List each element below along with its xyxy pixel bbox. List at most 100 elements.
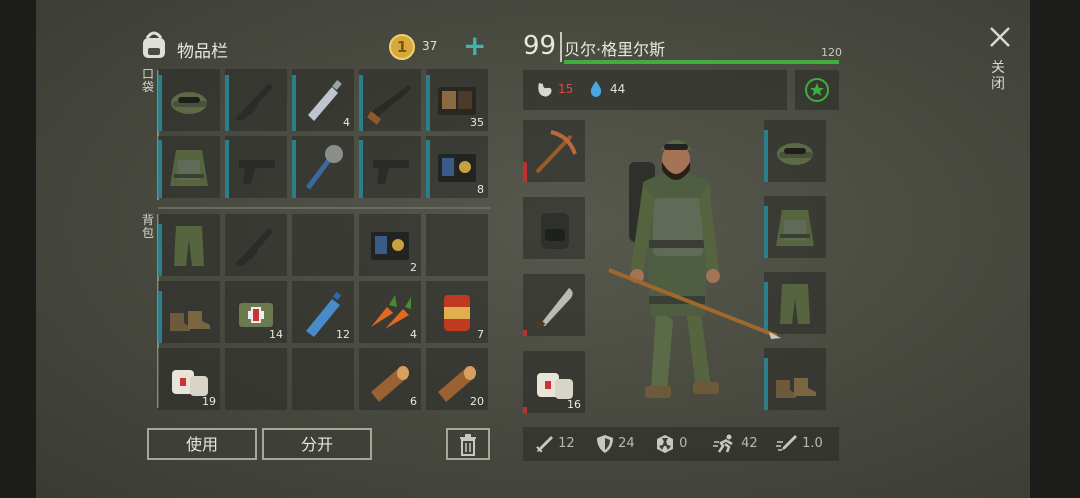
speed-value: 42: [741, 436, 758, 451]
attack-stat: 12: [534, 427, 575, 461]
trash-button[interactable]: [446, 428, 490, 460]
cap-icon: [171, 92, 207, 114]
item-count: 4: [410, 328, 417, 341]
shotgun-icon: [367, 85, 411, 125]
item-slot[interactable]: 19: [158, 348, 220, 410]
character-level: 99: [523, 31, 557, 61]
can-icon: [444, 295, 470, 331]
pickaxe-icon: [535, 130, 577, 174]
durability-bar: [426, 75, 430, 131]
item-slot[interactable]: 16: [523, 351, 585, 413]
health-bar-fill: [564, 60, 839, 64]
close-icon[interactable]: [989, 26, 1011, 48]
empty-slot[interactable]: [426, 214, 488, 276]
swift-sword-icon: [776, 434, 797, 451]
split-button[interactable]: 分开: [262, 428, 372, 460]
attack-speed-stat: 1.0: [776, 427, 823, 461]
shield-icon: [597, 434, 613, 453]
radiation-icon: [657, 434, 673, 453]
item-slot[interactable]: 4: [359, 281, 421, 343]
durability-bar: [292, 140, 296, 198]
empty-slot[interactable]: [292, 214, 354, 276]
durability-bar: [292, 75, 296, 131]
item-slot[interactable]: 14: [225, 281, 287, 343]
running-icon: [713, 434, 733, 453]
star-badge-icon: [805, 78, 829, 102]
vest-icon: [170, 150, 208, 186]
needs-panel: 15 44: [523, 70, 787, 110]
item-slot[interactable]: [158, 69, 220, 131]
item-slot[interactable]: [158, 136, 220, 198]
bottle-icon: [308, 80, 342, 121]
backpack-icon: [143, 31, 165, 58]
trash-icon: [460, 434, 476, 456]
item-count: 35: [470, 116, 484, 129]
badge-wallet-icon: [438, 154, 476, 182]
item-count: 20: [470, 395, 484, 408]
coin-icon: 1: [389, 34, 415, 60]
item-count: 8: [477, 183, 484, 196]
attack-speed-value: 1.0: [802, 436, 823, 451]
item-count: 14: [269, 328, 283, 341]
item-slot[interactable]: [225, 136, 287, 198]
durability-bar: [523, 407, 527, 413]
backpack-label: 背包: [142, 213, 155, 240]
item-count: 19: [202, 395, 216, 408]
item-slot[interactable]: [292, 136, 354, 198]
food-value: 15: [558, 82, 574, 96]
item-slot[interactable]: 20: [426, 348, 488, 410]
durability-bar: [523, 330, 527, 336]
water-value: 44: [610, 82, 626, 96]
sword-icon: [536, 435, 553, 453]
item-count: 6: [410, 395, 417, 408]
item-slot[interactable]: 7: [426, 281, 488, 343]
durability-bar: [158, 140, 162, 198]
item-slot[interactable]: [359, 136, 421, 198]
attack-value: 12: [558, 436, 575, 451]
pistol-icon: [373, 160, 409, 184]
item-slot[interactable]: [225, 214, 287, 276]
item-slot[interactable]: [523, 197, 585, 259]
badge-wallet-icon: [371, 232, 409, 260]
level-divider: [560, 32, 562, 62]
health-value: 120: [821, 46, 842, 59]
durability-bar: [158, 224, 162, 276]
durability-bar: [359, 75, 363, 131]
empty-slot[interactable]: [225, 348, 287, 410]
close-label[interactable]: 关闭: [991, 60, 1007, 92]
item-slot[interactable]: 2: [359, 214, 421, 276]
item-count: 16: [567, 398, 581, 411]
pistol-icon: [239, 160, 275, 184]
carrot-icon: [371, 295, 411, 329]
durability-bar: [225, 140, 229, 198]
item-slot[interactable]: [225, 69, 287, 131]
item-slot[interactable]: [359, 69, 421, 131]
character-name: 贝尔·格里尔斯: [564, 40, 666, 59]
item-slot[interactable]: 8: [426, 136, 488, 198]
item-slot[interactable]: [523, 120, 585, 182]
pockets-label: 口袋: [142, 67, 155, 94]
durability-bar: [523, 162, 527, 182]
inventory-title: 物品栏: [177, 42, 228, 62]
item-slot[interactable]: 12: [292, 281, 354, 343]
item-slot[interactable]: 6: [359, 348, 421, 410]
add-coins-button[interactable]: +: [463, 29, 486, 62]
boots-icon: [170, 311, 210, 331]
machete-icon: [532, 288, 573, 330]
item-slot[interactable]: [158, 214, 220, 276]
game-screen: 物品栏 1 37 + 口袋 背包 4 35 8 2 14 12 4 7 19 6 20 使用 分开…: [36, 0, 1030, 498]
defense-value: 24: [618, 436, 635, 451]
rifle-icon: [235, 83, 273, 121]
backpack-icon: [541, 213, 569, 249]
item-slot[interactable]: 35: [426, 69, 488, 131]
favorites-button[interactable]: [795, 70, 839, 110]
section-separator: [158, 207, 490, 209]
item-slot[interactable]: 4: [292, 69, 354, 131]
empty-slot[interactable]: [292, 348, 354, 410]
radiation-stat: 0: [655, 427, 687, 461]
durability-bar: [158, 291, 162, 343]
character-figure: [608, 140, 781, 398]
use-button[interactable]: 使用: [147, 428, 257, 460]
item-slot[interactable]: [158, 281, 220, 343]
item-slot[interactable]: [523, 274, 585, 336]
